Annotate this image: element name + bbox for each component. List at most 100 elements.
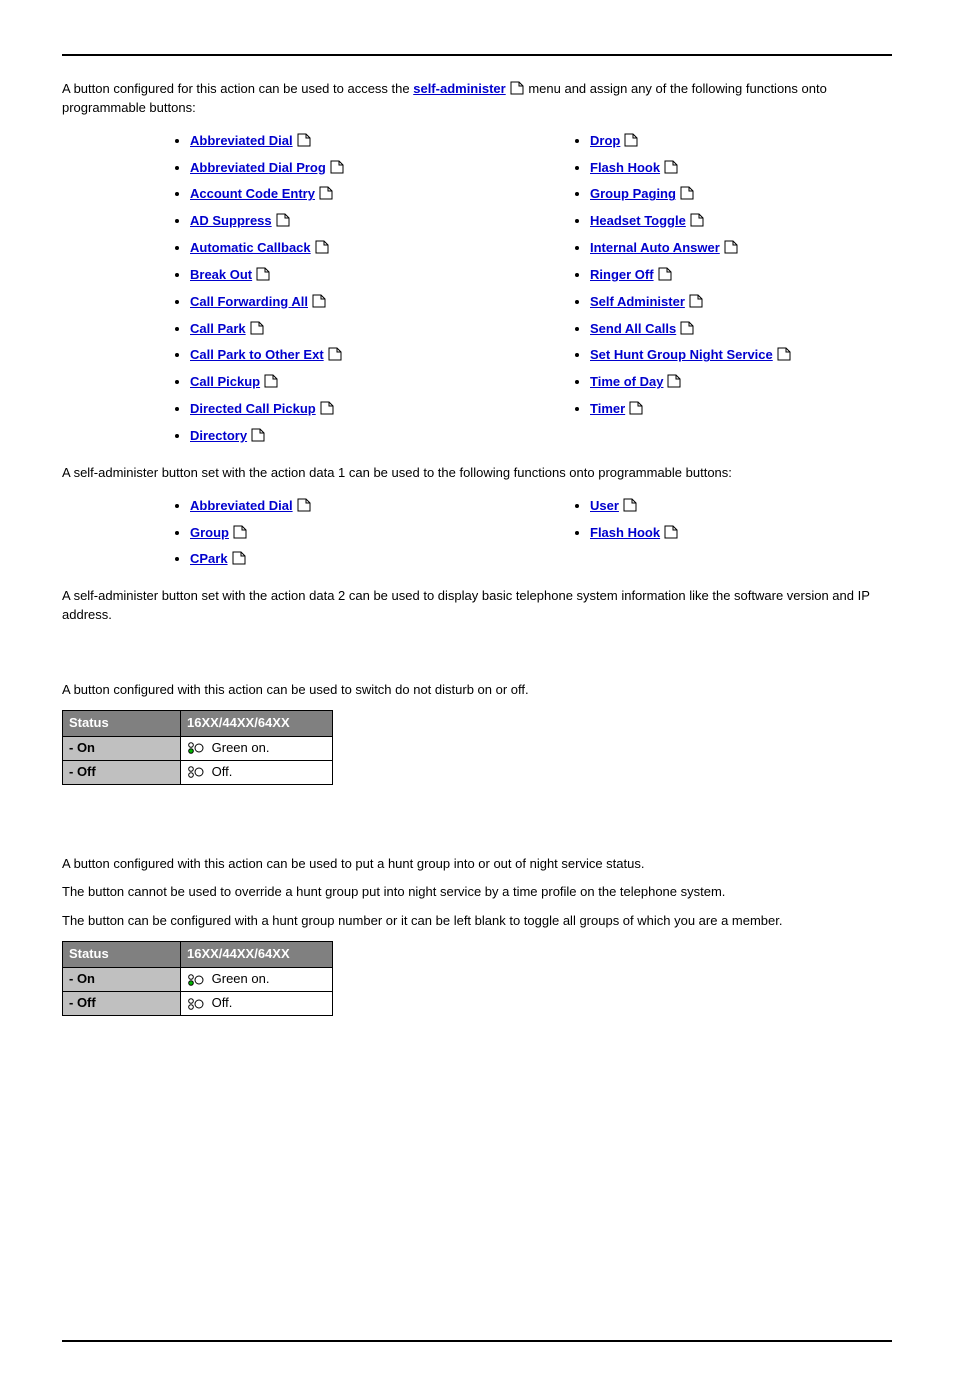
dnd-paragraph: A button configured with this action can… [62,681,892,700]
th-status-2: Status [63,942,181,968]
data1-paragraph: A self-administer button set with the ac… [62,464,892,483]
function-link[interactable]: Set Hunt Group Night Service [590,347,773,362]
page-icon [679,186,695,200]
function-link[interactable]: Account Code Entry [190,186,315,201]
list-item: Group Paging [590,181,860,208]
led-off-icon [187,997,205,1011]
intro-paragraph: A button configured for this action can … [62,80,892,118]
function-link[interactable]: Internal Auto Answer [590,240,720,255]
function-link[interactable]: Call Park to Other Ext [190,347,324,362]
data2-paragraph: A self-administer button set with the ac… [62,587,892,625]
page-icon [628,401,644,415]
page-icon [622,498,638,512]
function-link[interactable]: Break Out [190,267,252,282]
page-icon [623,133,639,147]
row-off-label: - Off [63,760,181,784]
list-item: Headset Toggle [590,208,860,235]
list-item: Call Forwarding All [190,289,460,316]
data1-list-left: Abbreviated Dial Group CPark [170,493,460,574]
page-icon [296,133,312,147]
list-item: Flash Hook [590,155,860,182]
function-link[interactable]: Self Administer [590,294,685,309]
led-green-icon [187,973,205,987]
page-icon [663,525,679,539]
function-link[interactable]: AD Suppress [190,213,272,228]
page-icon [231,551,247,565]
function-link[interactable]: Call Forwarding All [190,294,308,309]
function-link[interactable]: Abbreviated Dial [190,498,293,513]
function-link[interactable]: Group [190,525,229,540]
function-link[interactable]: Group Paging [590,186,676,201]
function-link[interactable]: Abbreviated Dial Prog [190,160,326,175]
function-link[interactable]: Call Pickup [190,374,260,389]
row2-off-label: - Off [63,991,181,1015]
row-on-label: - On [63,736,181,760]
list-item: Call Park [190,316,460,343]
page-icon [689,213,705,227]
function-link[interactable]: Send All Calls [590,321,676,336]
list-item: CPark [190,546,460,573]
dnd-status-table: Status 16XX/44XX/64XX - On Green on. - O… [62,710,333,785]
led-off-icon [187,765,205,779]
function-link[interactable]: Automatic Callback [190,240,311,255]
function-link[interactable]: Headset Toggle [590,213,686,228]
page-icon [663,160,679,174]
list-item: AD Suppress [190,208,460,235]
ns-status-table: Status 16XX/44XX/64XX - On Green on. - O… [62,941,333,1016]
function-link[interactable]: CPark [190,551,228,566]
list-item: Call Pickup [190,369,460,396]
function-link[interactable]: Flash Hook [590,160,660,175]
function-link[interactable]: Drop [590,133,620,148]
page-icon [255,267,271,281]
list-item: Ringer Off [590,262,860,289]
row2-off-val: Off. [181,991,333,1015]
row2-on-label: - On [63,967,181,991]
function-link[interactable]: Directory [190,428,247,443]
page-icon [318,186,334,200]
list-item: Abbreviated Dial Prog [190,155,460,182]
ns-p1: A button configured with this action can… [62,855,892,874]
page-icon [314,240,330,254]
list-item: User [590,493,860,520]
list-item: Flash Hook [590,520,860,547]
list-item: Drop [590,128,860,155]
th-status: Status [63,710,181,736]
th-model-2: 16XX/44XX/64XX [181,942,333,968]
page-icon [688,294,704,308]
ns-p2: The button cannot be used to override a … [62,883,892,902]
page-icon [275,213,291,227]
page-icon [327,347,343,361]
list-item: Directory [190,423,460,450]
functions-list-right: Drop Flash Hook Group Paging Headset Toggle… [570,128,860,423]
self-administer-link[interactable]: self-administer [413,81,505,96]
page-icon [250,428,266,442]
list-item: Timer [590,396,860,423]
data1-list-right: User Flash Hook [570,493,860,547]
page-icon [232,525,248,539]
function-link[interactable]: User [590,498,619,513]
list-item: Account Code Entry [190,181,460,208]
page-icon [311,294,327,308]
function-link[interactable]: Flash Hook [590,525,660,540]
led-green-icon [187,741,205,755]
function-link[interactable]: Call Park [190,321,246,336]
list-item: Group [190,520,460,547]
row-on-val: Green on. [181,736,333,760]
functions-list-left: Abbreviated Dial Abbreviated Dial Prog Acc… [170,128,460,450]
list-item: Call Park to Other Ext [190,342,460,369]
page-icon [296,498,312,512]
page-icon [319,401,335,415]
page-icon [666,374,682,388]
function-link[interactable]: Ringer Off [590,267,654,282]
list-item: Time of Day [590,369,860,396]
list-item: Directed Call Pickup [190,396,460,423]
intro-text-before: A button configured for this action can … [62,81,413,96]
function-link[interactable]: Directed Call Pickup [190,401,316,416]
page-icon [509,81,525,95]
row2-on-val: Green on. [181,967,333,991]
function-link[interactable]: Time of Day [590,374,663,389]
function-link[interactable]: Abbreviated Dial [190,133,293,148]
list-item: Send All Calls [590,316,860,343]
function-link[interactable]: Timer [590,401,625,416]
th-model: 16XX/44XX/64XX [181,710,333,736]
